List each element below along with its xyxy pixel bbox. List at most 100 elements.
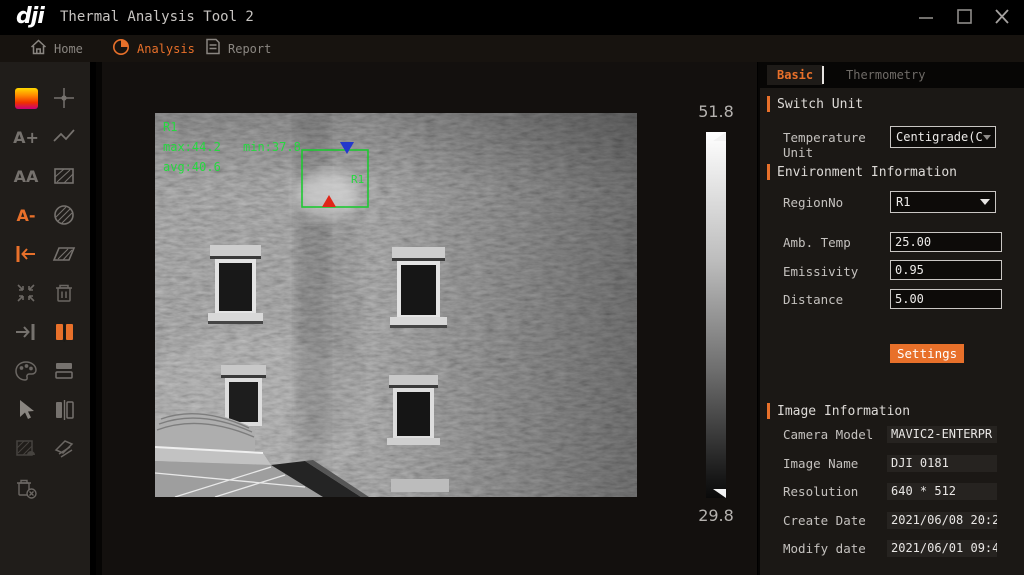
move-to-bar-tool[interactable] — [12, 318, 40, 346]
region-no-dropdown[interactable]: R1 — [890, 191, 996, 213]
polygon-measure-tool[interactable] — [50, 240, 78, 268]
layer-stack-tool[interactable] — [50, 357, 78, 385]
tab-basic[interactable]: Basic — [767, 65, 823, 85]
bar-pair-icon — [51, 397, 77, 423]
chevron-down-icon — [983, 135, 991, 140]
font-decrease-icon: A- — [16, 206, 35, 225]
hatched-circle-icon — [51, 202, 77, 228]
polyline-icon — [51, 124, 77, 150]
alarm-region-tool[interactable] — [12, 435, 40, 463]
nav-report-label: Report — [228, 42, 271, 56]
image-info-header: Image Information — [767, 402, 910, 420]
clear-all-tool[interactable] — [12, 474, 40, 502]
color-palette-tool[interactable] — [12, 357, 40, 385]
titlebar: dji Thermal Analysis Tool 2 — [0, 0, 1024, 35]
arrow-to-bar-icon — [13, 319, 39, 345]
image-name-label: Image Name — [783, 456, 858, 471]
section-accent-bar — [767, 96, 770, 112]
font-increase-icon: A+ — [13, 128, 39, 147]
spot-measure-tool[interactable] — [50, 84, 78, 112]
collapse-arrows-icon — [13, 280, 39, 306]
close-icon[interactable] — [991, 8, 1013, 26]
window-lower-left — [221, 365, 266, 426]
dji-logo: dji — [16, 4, 44, 29]
font-size-tool[interactable]: AA — [12, 162, 40, 190]
temperature-unit-label: Temperature Unit — [783, 130, 883, 160]
temperature-unit-dropdown[interactable]: Centigrade(C) — [890, 126, 996, 148]
image-info-title: Image Information — [777, 404, 910, 419]
stats-region-id: R1 — [163, 120, 177, 134]
trash-icon — [51, 280, 77, 306]
diagonal-layers-icon — [51, 436, 77, 462]
maximize-icon[interactable] — [953, 8, 975, 26]
snap-left-tool[interactable] — [12, 240, 40, 268]
scale-upper-handle[interactable] — [713, 132, 726, 141]
region-r1-label: R1 — [351, 173, 364, 186]
font-size-icon: AA — [14, 167, 39, 186]
hatched-alarm-icon — [13, 436, 39, 462]
palette-gradient-tool[interactable] — [12, 84, 40, 112]
tool-sidebar: A+ AA A- — [0, 62, 90, 575]
cursor-arrow-icon — [13, 397, 39, 423]
create-date-label: Create Date — [783, 513, 866, 528]
line-measure-tool[interactable] — [50, 123, 78, 151]
modify-date-label: Modify date — [783, 541, 866, 556]
nav-analysis-label: Analysis — [137, 42, 195, 56]
layers-diagonal-tool[interactable] — [50, 435, 78, 463]
tab-thermometry[interactable]: Thermometry — [836, 65, 935, 85]
environment-header: Environment Information — [767, 163, 957, 181]
tab-separator — [822, 66, 824, 84]
temperature-unit-value: Centigrade(C) — [891, 130, 983, 144]
distance-input[interactable] — [890, 289, 1002, 309]
amb-temp-input[interactable] — [890, 232, 1002, 252]
report-document-icon — [205, 38, 221, 59]
scale-lower-handle[interactable] — [713, 489, 726, 498]
minimize-icon[interactable] — [915, 8, 937, 26]
wall-ledge — [391, 479, 449, 492]
environment-title: Environment Information — [777, 165, 957, 180]
app-window: dji Thermal Analysis Tool 2 Home — [0, 0, 1024, 575]
create-date-value: 2021/06/08 20:28:1 — [887, 512, 997, 529]
window-upper-left — [208, 245, 263, 324]
compare-bars-tool[interactable] — [50, 396, 78, 424]
nav-home-label: Home — [54, 42, 83, 56]
hatched-rect-icon — [51, 163, 77, 189]
trash-clear-icon — [13, 475, 39, 501]
settings-panel: Basic Thermometry Switch Unit Temperatur… — [758, 62, 1024, 575]
circle-measure-tool[interactable] — [50, 201, 78, 229]
camera-model-label: Camera Model — [783, 427, 873, 442]
camera-model-value: MAVIC2-ENTERPR — [887, 426, 997, 443]
resolution-value: 640 * 512 — [887, 483, 997, 500]
chevron-down-icon — [980, 199, 990, 205]
font-increase-tool[interactable]: A+ — [12, 123, 40, 151]
distance-label: Distance — [783, 292, 843, 307]
window-lower-right — [387, 375, 440, 445]
stats-avg: avg:40.6 — [163, 160, 221, 174]
section-accent-bar — [767, 164, 770, 180]
split-bars-icon — [51, 319, 77, 345]
thermal-palette-icon — [15, 88, 38, 109]
image-name-value: DJI 0181 — [887, 455, 997, 472]
delete-region-tool[interactable] — [50, 279, 78, 307]
emissivity-input[interactable] — [890, 260, 1002, 280]
pie-chart-icon — [112, 38, 130, 60]
nav-home[interactable]: Home — [30, 35, 83, 62]
temperature-scale-bar[interactable] — [706, 132, 726, 498]
scale-min-label: 29.8 — [686, 506, 746, 525]
split-view-tool[interactable] — [50, 318, 78, 346]
nav-analysis[interactable]: Analysis — [112, 35, 195, 62]
settings-button[interactable]: Settings — [890, 344, 964, 363]
switch-unit-title: Switch Unit — [777, 97, 863, 112]
thermal-image[interactable]: R1 R1 max:44.2 min:37.8 avg:40.6 — [155, 113, 637, 497]
modify-date-value: 2021/06/01 09:48:0 — [887, 540, 997, 557]
bar-left-arrow-icon — [13, 241, 39, 267]
panel-tabstrip: Basic Thermometry — [760, 62, 1024, 88]
artist-palette-icon — [13, 358, 39, 384]
font-decrease-tool[interactable]: A- — [12, 201, 40, 229]
select-tool[interactable] — [12, 396, 40, 424]
rect-measure-tool[interactable] — [50, 162, 78, 190]
collapse-tool[interactable] — [12, 279, 40, 307]
app-title: Thermal Analysis Tool 2 — [60, 9, 254, 25]
stats-max: max:44.2 — [163, 140, 221, 154]
nav-report[interactable]: Report — [205, 35, 271, 62]
